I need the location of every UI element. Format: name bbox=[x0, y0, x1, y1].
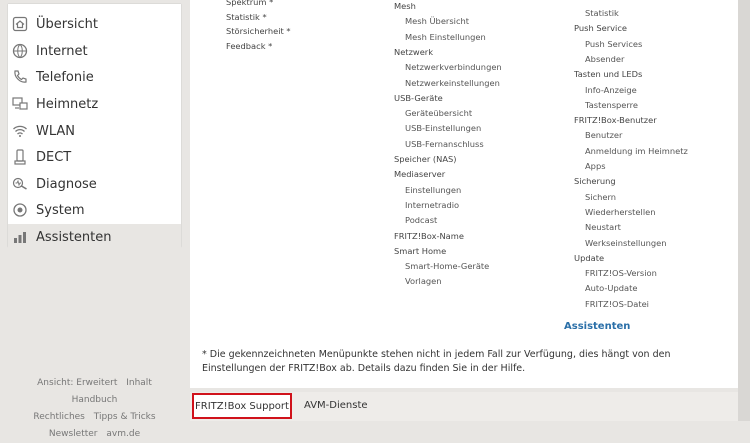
sitemap-link[interactable]: Podcast bbox=[405, 215, 437, 225]
sitemap-link[interactable]: Info-Anzeige bbox=[585, 85, 637, 95]
contents-link[interactable]: Inhalt bbox=[126, 378, 152, 388]
wifi-icon bbox=[11, 122, 29, 140]
sitemap-link[interactable]: Wiederherstellen bbox=[585, 207, 656, 217]
nav-item-uebersicht[interactable]: Übersicht bbox=[8, 11, 181, 37]
nav-item-label: Diagnose bbox=[36, 176, 97, 192]
sitemap-link[interactable]: Netzwerkverbindungen bbox=[405, 62, 502, 72]
nav-item-label: Telefonie bbox=[36, 69, 94, 85]
sitemap-link[interactable]: USB-Fernanschluss bbox=[405, 139, 484, 149]
fritzbox-support-link[interactable]: FRITZ!Box Support bbox=[192, 393, 292, 419]
sitemap-link[interactable]: Anmeldung im Heimnetz bbox=[585, 146, 688, 156]
avm-site-link[interactable]: avm.de bbox=[106, 429, 140, 439]
sitemap-link[interactable]: Smart Home bbox=[394, 246, 446, 256]
nav-item-internet[interactable]: Internet bbox=[8, 38, 181, 64]
sitemap-link[interactable]: Tasten und LEDs bbox=[574, 69, 642, 79]
manual-link[interactable]: Handbuch bbox=[72, 395, 118, 405]
sitemap-link[interactable]: Sichern bbox=[585, 192, 616, 202]
left-footer-links: Ansicht: Erweitert Inhalt Handbuch Recht… bbox=[8, 375, 181, 443]
avm-dienste-link[interactable]: AVM-Dienste bbox=[304, 400, 368, 411]
sitemap-link[interactable]: Feedback * bbox=[226, 41, 272, 51]
sitemap-content: Spektrum * Statistik * Störsicherheit * Fee… bbox=[190, 0, 738, 388]
globe-icon bbox=[11, 42, 29, 60]
sitemap-link[interactable]: Internetradio bbox=[405, 200, 459, 210]
main-navigation: Übersicht Internet Telefonie Heimnetz WL… bbox=[8, 4, 181, 250]
nav-item-label: Internet bbox=[36, 43, 88, 59]
sitemap-link[interactable]: FRITZ!OS-Datei bbox=[585, 299, 649, 309]
sitemap-link[interactable]: Netzwerk bbox=[394, 47, 433, 57]
home-icon bbox=[11, 15, 29, 33]
sitemap-link[interactable]: Störsicherheit * bbox=[226, 26, 291, 36]
sitemap-link[interactable]: Smart-Home-Geräte bbox=[405, 261, 489, 271]
sitemap-link[interactable]: Statistik bbox=[585, 8, 619, 18]
sitemap-link[interactable]: USB-Einstellungen bbox=[405, 123, 481, 133]
sitemap-link[interactable]: Push Service bbox=[574, 23, 627, 33]
sitemap-link[interactable]: USB-Geräte bbox=[394, 93, 443, 103]
sitemap-link[interactable]: Vorlagen bbox=[405, 276, 442, 286]
nav-item-telefonie[interactable]: Telefonie bbox=[8, 64, 181, 90]
sitemap-link[interactable]: Tastensperre bbox=[585, 100, 638, 110]
sitemap-link[interactable]: Werkseinstellungen bbox=[585, 238, 666, 248]
sitemap-link[interactable]: Geräteübersicht bbox=[405, 108, 472, 118]
sitemap-link[interactable]: Neustart bbox=[585, 222, 621, 232]
sitemap-link[interactable]: Mesh Einstellungen bbox=[405, 32, 486, 42]
sitemap-link[interactable]: Update bbox=[574, 253, 604, 263]
sitemap-link[interactable]: Auto-Update bbox=[585, 283, 637, 293]
sitemap-link[interactable]: Mesh Übersicht bbox=[405, 16, 469, 26]
footnote-text: * Die gekennzeichneten Menüpunkte stehen… bbox=[202, 349, 671, 374]
nav-item-wlan[interactable]: WLAN bbox=[8, 118, 181, 144]
nav-item-assistenten[interactable]: Assistenten bbox=[8, 224, 181, 250]
sitemap-link[interactable]: Netzwerkeinstellungen bbox=[405, 78, 500, 88]
nav-item-system[interactable]: System bbox=[8, 197, 181, 223]
sitemap-link[interactable]: FRITZ!OS-Version bbox=[585, 268, 657, 278]
sitemap-link[interactable]: Einstellungen bbox=[405, 185, 461, 195]
sitemap-link[interactable]: Sicherung bbox=[574, 176, 616, 186]
nav-item-dect[interactable]: DECT bbox=[8, 144, 181, 170]
network-icon bbox=[11, 95, 29, 113]
bottom-link-bar: FRITZ!Box Support AVM-Dienste bbox=[190, 392, 738, 421]
nav-item-label: WLAN bbox=[36, 123, 76, 139]
newsletter-link[interactable]: Newsletter bbox=[49, 429, 98, 439]
sitemap-link[interactable]: Benutzer bbox=[585, 130, 622, 140]
view-mode-link[interactable]: Ansicht: Erweitert bbox=[37, 378, 117, 388]
sitemap-link[interactable]: Push Services bbox=[585, 39, 642, 49]
nav-item-label: System bbox=[36, 202, 85, 218]
sitemap-link[interactable]: Speicher (NAS) bbox=[394, 154, 457, 164]
dect-phone-icon bbox=[11, 148, 29, 166]
sitemap-link[interactable]: Apps bbox=[585, 161, 606, 171]
sitemap-link[interactable]: Mediaserver bbox=[394, 169, 445, 179]
sitemap-link[interactable]: Statistik * bbox=[226, 12, 267, 22]
wizard-icon bbox=[11, 228, 29, 246]
nav-item-label: Übersicht bbox=[36, 16, 98, 32]
nav-item-diagnose[interactable]: Diagnose bbox=[8, 171, 181, 197]
phone-icon bbox=[11, 68, 29, 86]
system-icon bbox=[11, 201, 29, 219]
diagnose-icon bbox=[11, 175, 29, 193]
nav-item-label: Assistenten bbox=[36, 229, 112, 245]
sitemap-link[interactable]: FRITZ!Box-Name bbox=[394, 231, 464, 241]
left-sidebar: Übersicht Internet Telefonie Heimnetz WL… bbox=[8, 0, 181, 439]
page-edge bbox=[738, 0, 750, 421]
nav-item-label: DECT bbox=[36, 149, 72, 165]
nav-item-heimnetz[interactable]: Heimnetz bbox=[8, 91, 181, 117]
sitemap-link[interactable]: FRITZ!Box-Benutzer bbox=[574, 115, 657, 125]
sitemap-link[interactable]: Mesh bbox=[394, 1, 416, 11]
assistenten-heading-link[interactable]: Assistenten bbox=[564, 321, 630, 332]
nav-item-label: Heimnetz bbox=[36, 96, 99, 112]
sitemap-link[interactable]: Absender bbox=[585, 54, 624, 64]
sitemap-link[interactable]: Spektrum * bbox=[226, 0, 273, 7]
